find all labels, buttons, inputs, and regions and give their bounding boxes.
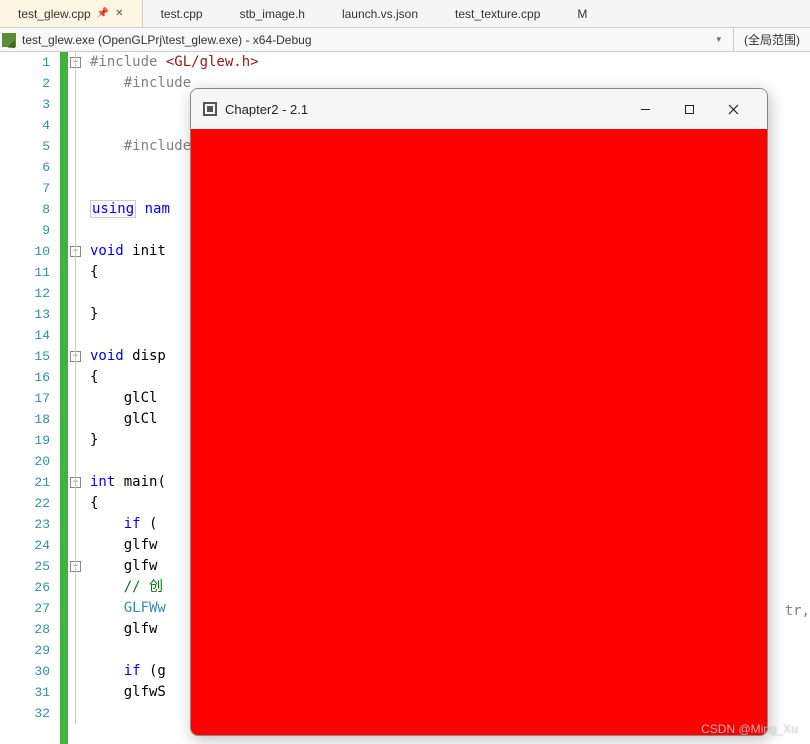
scope-combo[interactable]: (全局范围)	[733, 28, 810, 51]
line-number: 20	[0, 451, 50, 472]
line-number: 26	[0, 577, 50, 598]
fold-strip: −−−−−	[68, 52, 86, 744]
tab-test[interactable]: test.cpp	[143, 0, 222, 27]
minimize-button[interactable]	[623, 94, 667, 124]
line-number: 12	[0, 283, 50, 304]
gl-viewport	[191, 129, 767, 735]
tab-stb-image[interactable]: stb_image.h	[222, 0, 324, 27]
line-number: 7	[0, 178, 50, 199]
close-button[interactable]	[711, 94, 755, 124]
maximize-button[interactable]	[667, 94, 711, 124]
line-number: 6	[0, 157, 50, 178]
line-number: 2	[0, 73, 50, 94]
line-gutter: 1234567891011121314151617181920212223242…	[0, 52, 60, 744]
line-number: 32	[0, 703, 50, 724]
line-number: 16	[0, 367, 50, 388]
line-number: 4	[0, 115, 50, 136]
line-number: 3	[0, 94, 50, 115]
code-fragment: tr,	[785, 603, 810, 619]
line-number: 31	[0, 682, 50, 703]
code-line[interactable]: #include <GL/glew.h>	[90, 52, 810, 73]
line-number: 18	[0, 409, 50, 430]
exe-icon	[2, 33, 16, 47]
tab-label: test_glew.cpp	[18, 7, 91, 21]
line-number: 8	[0, 199, 50, 220]
line-number: 30	[0, 661, 50, 682]
line-number: 19	[0, 430, 50, 451]
line-number: 11	[0, 262, 50, 283]
tab-launch-json[interactable]: launch.vs.json	[324, 0, 437, 27]
line-number: 28	[0, 619, 50, 640]
tab-bar: test_glew.cpp 📌 ✕ test.cpp stb_image.h l…	[0, 0, 810, 28]
target-combo[interactable]: test_glew.exe (OpenGLPrj\test_glew.exe) …	[22, 33, 727, 47]
line-number: 29	[0, 640, 50, 661]
app-icon	[203, 102, 217, 116]
line-number: 17	[0, 388, 50, 409]
target-label: test_glew.exe (OpenGLPrj\test_glew.exe) …	[22, 33, 312, 47]
line-number: 1	[0, 52, 50, 73]
change-margin	[60, 52, 68, 744]
watermark: CSDN @Ming_Xu	[701, 722, 798, 736]
line-number: 9	[0, 220, 50, 241]
close-icon[interactable]: ✕	[115, 8, 123, 19]
tab-test-glew[interactable]: test_glew.cpp 📌 ✕	[0, 0, 143, 27]
line-number: 23	[0, 514, 50, 535]
titlebar[interactable]: Chapter2 - 2.1	[191, 89, 767, 129]
chevron-down-icon: ▾	[716, 34, 721, 45]
app-window: Chapter2 - 2.1	[190, 88, 768, 736]
tab-test-texture[interactable]: test_texture.cpp	[437, 0, 559, 27]
window-title: Chapter2 - 2.1	[225, 102, 623, 117]
pin-icon[interactable]: 📌	[97, 8, 109, 19]
tab-label: launch.vs.json	[342, 7, 418, 21]
line-number: 5	[0, 136, 50, 157]
scope-label: (全局范围)	[744, 31, 800, 48]
line-number: 27	[0, 598, 50, 619]
line-number: 14	[0, 325, 50, 346]
tab-label: test.cpp	[161, 7, 203, 21]
tab-overflow[interactable]: M	[559, 0, 606, 27]
line-number: 24	[0, 535, 50, 556]
line-number: 22	[0, 493, 50, 514]
line-number: 25	[0, 556, 50, 577]
toolbar: test_glew.exe (OpenGLPrj\test_glew.exe) …	[0, 28, 810, 52]
tab-label: test_texture.cpp	[455, 7, 540, 21]
tab-label: M	[577, 7, 587, 21]
line-number: 15	[0, 346, 50, 367]
line-number: 21	[0, 472, 50, 493]
tab-label: stb_image.h	[240, 7, 305, 21]
line-number: 13	[0, 304, 50, 325]
line-number: 10	[0, 241, 50, 262]
